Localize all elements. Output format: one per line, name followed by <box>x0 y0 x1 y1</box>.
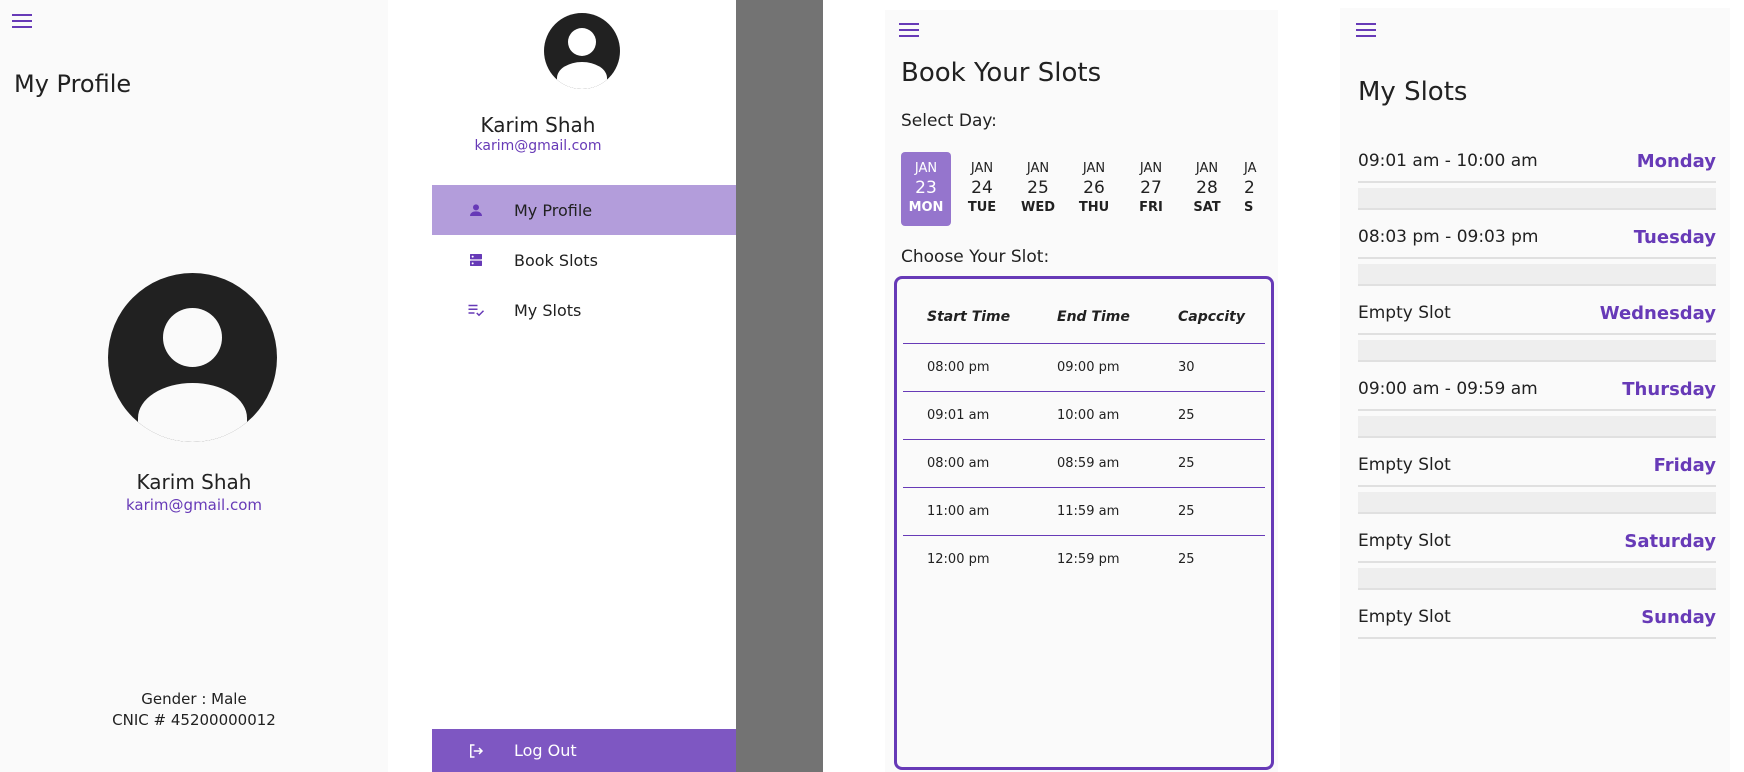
menu-icon[interactable] <box>899 23 919 37</box>
day-picker: JAN 23 MON JAN 24 TUE JAN 25 WED JAN 26 THU JAN 2… <box>901 152 1265 226</box>
nav-item-book-slots[interactable]: Book Slots <box>432 235 736 285</box>
profile-gender: Gender : Male <box>141 690 247 708</box>
slot-table: Start Time End Time Capccity 08:00 pm 09:… <box>894 276 1274 770</box>
dns-icon <box>466 252 486 268</box>
slot-row[interactable]: 08:03 pm - 09:03 pm Tuesday <box>1358 221 1716 259</box>
navigation-drawer: Karim Shah karim@gmail.com My Profile Bo… <box>388 0 736 772</box>
table-row[interactable]: 08:00 pm 09:00 pm 30 <box>903 343 1265 391</box>
table-row[interactable]: 12:00 pm 12:59 pm 25 <box>903 535 1265 583</box>
table-row[interactable]: 09:01 am 10:00 am 25 <box>903 391 1265 439</box>
slot-row[interactable]: Empty Slot Saturday <box>1358 525 1716 563</box>
nav-item-label: My Profile <box>514 200 593 220</box>
slot-divider <box>1358 568 1716 590</box>
menu-icon[interactable] <box>12 14 32 28</box>
page-title: Book Your Slots <box>901 58 1102 88</box>
day-option[interactable]: JAN 28 SAT <box>1182 152 1232 226</box>
day-option[interactable]: JA 2 S <box>1244 152 1265 226</box>
day-option[interactable]: JAN 26 THU <box>1069 152 1119 226</box>
my-slots-screen: My Slots 09:01 am - 10:00 am Monday 08:03… <box>1340 0 1744 772</box>
slot-divider <box>1358 416 1716 438</box>
day-option[interactable]: JAN 27 FRI <box>1126 152 1176 226</box>
nav-item-my-profile[interactable]: My Profile <box>432 185 736 235</box>
drawer-screen: Karim Shah karim@gmail.com My Profile Bo… <box>388 0 823 772</box>
profile-email: karim@gmail.com <box>125 496 263 514</box>
nav-item-label: My Slots <box>514 300 582 320</box>
column-header: Start Time <box>927 309 1011 325</box>
table-row[interactable]: 11:00 am 11:59 am 25 <box>903 487 1265 535</box>
slot-row[interactable]: Empty Slot Friday <box>1358 449 1716 487</box>
menu-icon[interactable] <box>1356 23 1376 37</box>
choose-slot-label: Choose Your Slot: <box>901 247 1050 267</box>
table-row[interactable]: 08:00 am 08:59 am 25 <box>903 439 1265 487</box>
column-header: Capccity <box>1178 309 1245 325</box>
logout-icon <box>466 742 486 760</box>
profile-name: Karim Shah <box>136 470 252 494</box>
slot-row[interactable]: Empty Slot Wednesday <box>1358 297 1716 335</box>
playlist-check-icon <box>466 302 486 318</box>
slot-row[interactable]: 09:00 am - 09:59 am Thursday <box>1358 373 1716 411</box>
person-icon <box>466 202 486 218</box>
book-slots-screen: Book Your Slots Select Day: JAN 23 MON JAN… <box>823 0 1340 772</box>
profile-screen: My Profile Karim Shah karim@gmail.com Ge… <box>0 0 388 772</box>
day-option-selected[interactable]: JAN 23 MON <box>901 152 951 226</box>
select-day-label: Select Day: <box>901 111 997 131</box>
page-title: My Profile <box>14 70 132 98</box>
day-option[interactable]: JAN 24 TUE <box>957 152 1007 226</box>
slot-divider <box>1358 264 1716 286</box>
avatar <box>108 273 277 442</box>
page-title: My Slots <box>1358 77 1468 107</box>
column-header: End Time <box>1057 309 1130 325</box>
logout-button[interactable]: Log Out <box>432 729 736 772</box>
slot-divider <box>1358 492 1716 514</box>
slot-row[interactable]: Empty Slot Sunday <box>1358 601 1716 639</box>
avatar <box>544 13 620 89</box>
drawer-user-name: Karim Shah <box>480 113 596 137</box>
profile-cnic: CNIC # 45200000012 <box>112 711 276 729</box>
logout-label: Log Out <box>514 741 577 760</box>
day-option[interactable]: JAN 25 WED <box>1013 152 1063 226</box>
slot-row[interactable]: 09:01 am - 10:00 am Monday <box>1358 145 1716 183</box>
slot-divider <box>1358 188 1716 210</box>
drawer-user-email: karim@gmail.com <box>474 138 602 154</box>
nav-item-label: Book Slots <box>514 250 598 270</box>
slot-divider <box>1358 340 1716 362</box>
nav-item-my-slots[interactable]: My Slots <box>432 285 736 335</box>
